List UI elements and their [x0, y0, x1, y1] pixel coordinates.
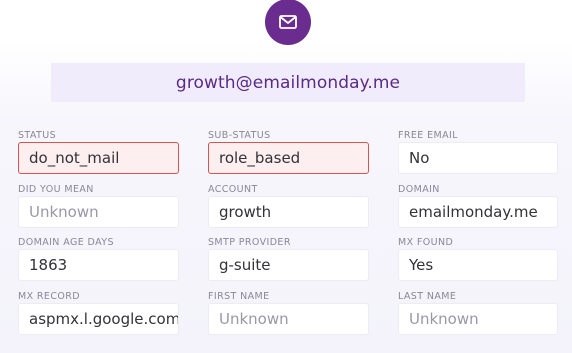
mx-record-value: aspmx.l.google.com: [18, 302, 179, 335]
field-smtp-provider: SMTP PROVIDER g-suite: [208, 236, 369, 290]
domain-value: emailmonday.me: [398, 195, 558, 228]
field-label: SUB-STATUS: [208, 130, 271, 141]
last-name-value: Unknown: [398, 302, 558, 335]
field-label: DOMAIN: [398, 183, 440, 195]
field-label: MX RECORD: [18, 290, 80, 302]
sub-status-value: role_based: [208, 142, 369, 174]
smtp-provider-value: g-suite: [208, 249, 369, 281]
status-value: do_not_mail: [18, 142, 179, 174]
field-free-email: FREE EMAIL No: [398, 129, 558, 183]
did-you-mean-value: Unknown: [18, 195, 179, 228]
field-did-you-mean: DID YOU MEAN Unknown: [18, 183, 179, 237]
field-label: FIRST NAME: [208, 290, 270, 302]
domain-age-days-value: 1863: [18, 249, 179, 281]
field-last-name: LAST NAME Unknown: [398, 290, 558, 344]
field-label: FREE EMAIL: [398, 130, 458, 141]
field-label: ACCOUNT: [208, 183, 258, 195]
email-address: growth@emailmonday.me: [175, 72, 401, 93]
mx-found-value: Yes: [398, 249, 558, 281]
field-first-name: FIRST NAME Unknown: [208, 290, 369, 344]
mail-envelope-icon: [279, 15, 297, 29]
mail-badge: [265, 0, 311, 45]
first-name-value: Unknown: [208, 302, 369, 335]
field-label: DOMAIN AGE DAYS: [18, 237, 114, 248]
field-label: LAST NAME: [398, 290, 457, 302]
field-label: SMTP PROVIDER: [208, 237, 291, 248]
field-label: DID YOU MEAN: [18, 183, 94, 195]
validation-details-grid: STATUS do_not_mail SUB-STATUS role_based…: [18, 129, 558, 343]
field-account: ACCOUNT growth: [208, 183, 369, 237]
field-status: STATUS do_not_mail: [18, 129, 179, 183]
account-value: growth: [208, 195, 369, 228]
free-email-value: No: [398, 142, 558, 174]
field-mx-record: MX RECORD aspmx.l.google.com: [18, 290, 179, 344]
field-label: STATUS: [18, 130, 57, 141]
field-domain-age-days: DOMAIN AGE DAYS 1863: [18, 236, 179, 290]
field-sub-status: SUB-STATUS role_based: [208, 129, 369, 183]
field-domain: DOMAIN emailmonday.me: [398, 183, 558, 237]
field-label: MX FOUND: [398, 237, 454, 248]
field-mx-found: MX FOUND Yes: [398, 236, 558, 290]
email-address-banner: growth@emailmonday.me: [51, 63, 525, 102]
